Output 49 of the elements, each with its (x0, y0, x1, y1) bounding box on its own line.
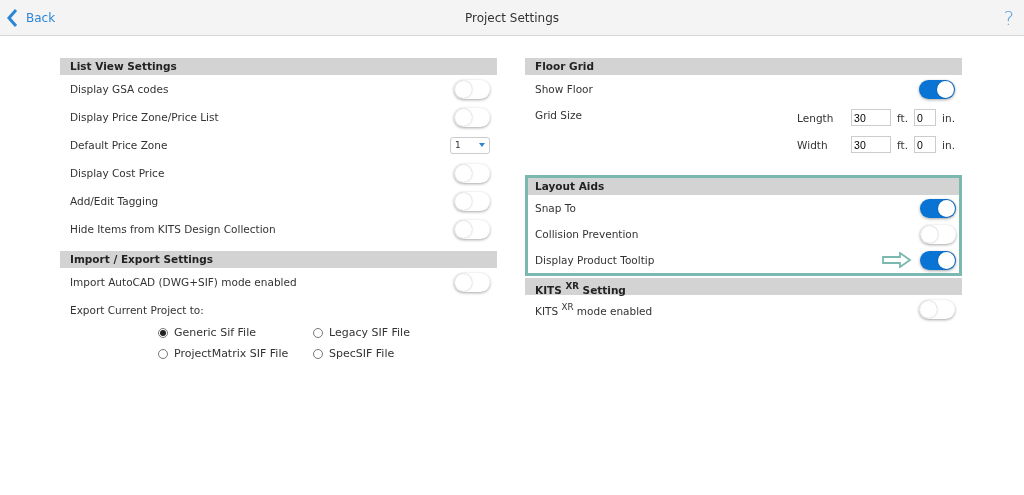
toggle-switch[interactable] (454, 163, 490, 183)
feet-field[interactable]: 30 (851, 109, 892, 126)
section-header: List View Settings (60, 58, 497, 75)
setting-label: Display Price Zone/Price List (70, 111, 219, 123)
back-chevron-icon (6, 7, 18, 28)
feet-field[interactable]: 30 (851, 136, 892, 153)
toggle-switch[interactable] (454, 219, 490, 239)
section-header: KITS $^{XR}$ Setting (525, 278, 962, 295)
unit-label: ft. (897, 138, 909, 151)
setting-label: Default Price Zone (70, 139, 168, 151)
toggle-switch[interactable] (920, 198, 956, 218)
radio-label[interactable]: SpecSIF File (329, 347, 395, 360)
setting-label: Hide Items from KITS Design Collection (70, 223, 276, 235)
section-header: Import / Export Settings (60, 251, 497, 268)
unit-label: in. (942, 138, 955, 151)
field-label: Width (797, 138, 829, 151)
section-header: Floor Grid (525, 58, 962, 75)
setting-label: Display GSA codes (70, 83, 169, 95)
setting-label: Snap To (535, 202, 576, 214)
toggle-switch[interactable] (919, 299, 955, 319)
setting-label: Collision Prevention (535, 228, 639, 240)
inches-field[interactable]: 0 (914, 109, 937, 126)
toggle-switch[interactable] (920, 250, 956, 270)
field-label: Length (797, 111, 835, 124)
setting-label: Import AutoCAD (DWG+SIF) mode enabled (70, 276, 297, 288)
radio-label[interactable]: ProjectMatrix SIF File (174, 347, 289, 360)
caret-icon (479, 143, 485, 147)
section-header: Layout Aids (528, 178, 959, 195)
setting-label: Grid Size (535, 109, 582, 123)
unit-label: in. (942, 111, 955, 124)
setting-label: Add/Edit Tagging (70, 195, 159, 207)
inches-field[interactable]: 0 (914, 136, 937, 153)
toggle-switch[interactable] (920, 224, 956, 244)
radio-label[interactable]: Legacy SIF File (329, 326, 410, 339)
setting-label: KITS $^{XR}$ mode enabled (535, 301, 653, 317)
toggle-switch[interactable] (919, 79, 955, 99)
setting-label: Display Cost Price (70, 167, 165, 179)
back-button[interactable]: Back (6, 7, 56, 28)
setting-label: Display Product Tooltip (535, 254, 655, 266)
toggle-switch[interactable] (454, 272, 490, 292)
unit-label: ft. (897, 111, 909, 124)
zone-dropdown[interactable]: 1 (450, 136, 490, 154)
page-title: Project Settings (464, 10, 560, 25)
toggle-switch[interactable] (454, 191, 490, 211)
setting-label: Export Current Project to: (70, 304, 204, 316)
radio-label[interactable]: Generic Sif File (174, 326, 256, 339)
toggle-switch[interactable] (454, 107, 490, 127)
setting-label: Show Floor (535, 83, 593, 95)
toggle-switch[interactable] (454, 79, 490, 99)
